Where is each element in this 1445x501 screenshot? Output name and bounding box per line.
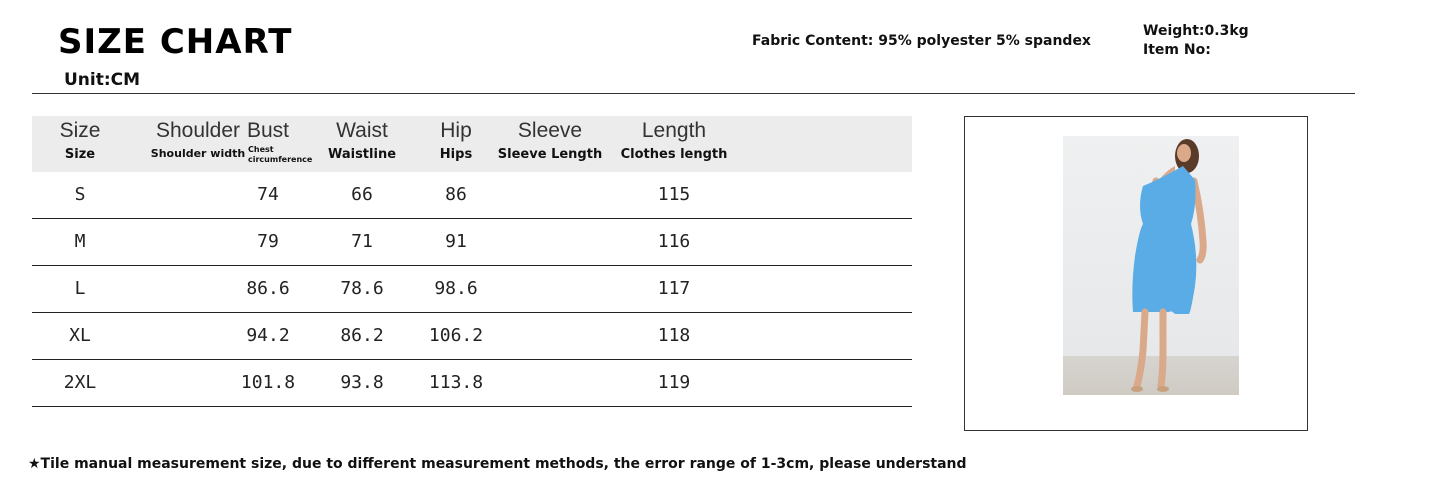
cell-size: S xyxy=(74,184,86,205)
shoe-right xyxy=(1157,386,1169,392)
table-header: Size Size Shoulder Shoulder width Bust C… xyxy=(32,116,912,172)
cell-waist: 93.8 xyxy=(340,372,384,393)
column-header-sub: Chest circumference xyxy=(248,145,313,164)
column-header-sub: Waistline xyxy=(327,147,397,162)
product-photo-frame xyxy=(964,116,1308,431)
fabric-content: Fabric Content: 95% polyester 5% spandex xyxy=(752,33,1091,49)
column-header-en: Length xyxy=(641,119,707,142)
model-face xyxy=(1177,144,1191,162)
model-leg-left xyxy=(1133,308,1149,390)
cell-bust: 101.8 xyxy=(240,372,296,393)
measurement-note: ★Tile manual measurement size, due to di… xyxy=(28,456,967,472)
weight-label: Weight:0.3kg xyxy=(1143,23,1249,39)
dress-model-illustration xyxy=(1131,139,1207,392)
cell-waist: 71 xyxy=(351,231,373,252)
cell-hip: 91 xyxy=(445,231,467,252)
table-row: S 74 66 86 115 xyxy=(32,172,912,219)
cell-waist: 78.6 xyxy=(340,278,384,299)
shoe-left xyxy=(1131,386,1143,392)
column-header-sub: Clothes length xyxy=(620,147,728,162)
column-header-en: Bust xyxy=(246,119,290,142)
page-title: SIZE CHART xyxy=(58,22,293,62)
cell-bust: 94.2 xyxy=(246,325,290,346)
cell-bust: 86.6 xyxy=(246,278,290,299)
cell-bust: 74 xyxy=(257,184,279,205)
column-header-sub: Sleeve Length xyxy=(497,147,603,162)
column-header-en: Hip xyxy=(440,119,472,142)
cell-waist: 86.2 xyxy=(340,325,384,346)
cell-length: 119 xyxy=(657,372,691,393)
item-number-label: Item No: xyxy=(1143,42,1211,58)
column-header-en: Sleeve xyxy=(517,119,583,142)
column-header-sub: Hips xyxy=(439,147,473,162)
cell-waist: 66 xyxy=(351,184,373,205)
table-row: M 79 71 91 116 xyxy=(32,219,912,266)
column-header-sleeve: Sleeve Sleeve Length xyxy=(490,116,610,162)
cell-hip: 113.8 xyxy=(428,372,484,393)
cell-sleeve xyxy=(500,266,600,312)
cell-length: 115 xyxy=(657,184,691,205)
cell-length: 117 xyxy=(657,278,691,299)
column-header-en: Waist xyxy=(336,119,388,142)
size-table: Size Size Shoulder Shoulder width Bust C… xyxy=(32,116,912,407)
column-header-sub: Size xyxy=(64,147,96,162)
table-row: XL 94.2 86.2 106.2 118 xyxy=(32,313,912,360)
cell-sleeve xyxy=(500,313,600,359)
column-header-en: Size xyxy=(59,119,101,142)
cell-length: 116 xyxy=(657,231,691,252)
column-header-waist: Waist Waistline xyxy=(322,116,402,162)
cell-size: 2XL xyxy=(63,372,97,393)
cell-bust: 79 xyxy=(257,231,279,252)
cell-sleeve xyxy=(500,360,600,406)
cell-hip: 86 xyxy=(445,184,467,205)
header-divider xyxy=(32,93,1355,94)
table-row: 2XL 101.8 93.8 113.8 119 xyxy=(32,360,912,407)
column-header-hip: Hip Hips xyxy=(416,116,496,162)
cell-sleeve xyxy=(500,172,600,218)
cell-hip: 98.6 xyxy=(434,278,478,299)
column-header-length: Length Clothes length xyxy=(614,116,734,162)
cell-length: 118 xyxy=(657,325,691,346)
cell-size: L xyxy=(74,278,86,299)
table-row: L 86.6 78.6 98.6 117 xyxy=(32,266,912,313)
product-photo xyxy=(1063,136,1239,395)
cell-sleeve xyxy=(500,219,600,265)
dress xyxy=(1132,166,1197,314)
column-header-size: Size Size xyxy=(32,116,128,162)
column-header-bust: Bust Chest circumference xyxy=(228,116,312,165)
unit-label: Unit:CM xyxy=(64,70,141,90)
cell-size: XL xyxy=(69,325,91,346)
cell-hip: 106.2 xyxy=(428,325,484,346)
cell-size: M xyxy=(74,231,86,252)
model-leg-right xyxy=(1157,308,1167,390)
